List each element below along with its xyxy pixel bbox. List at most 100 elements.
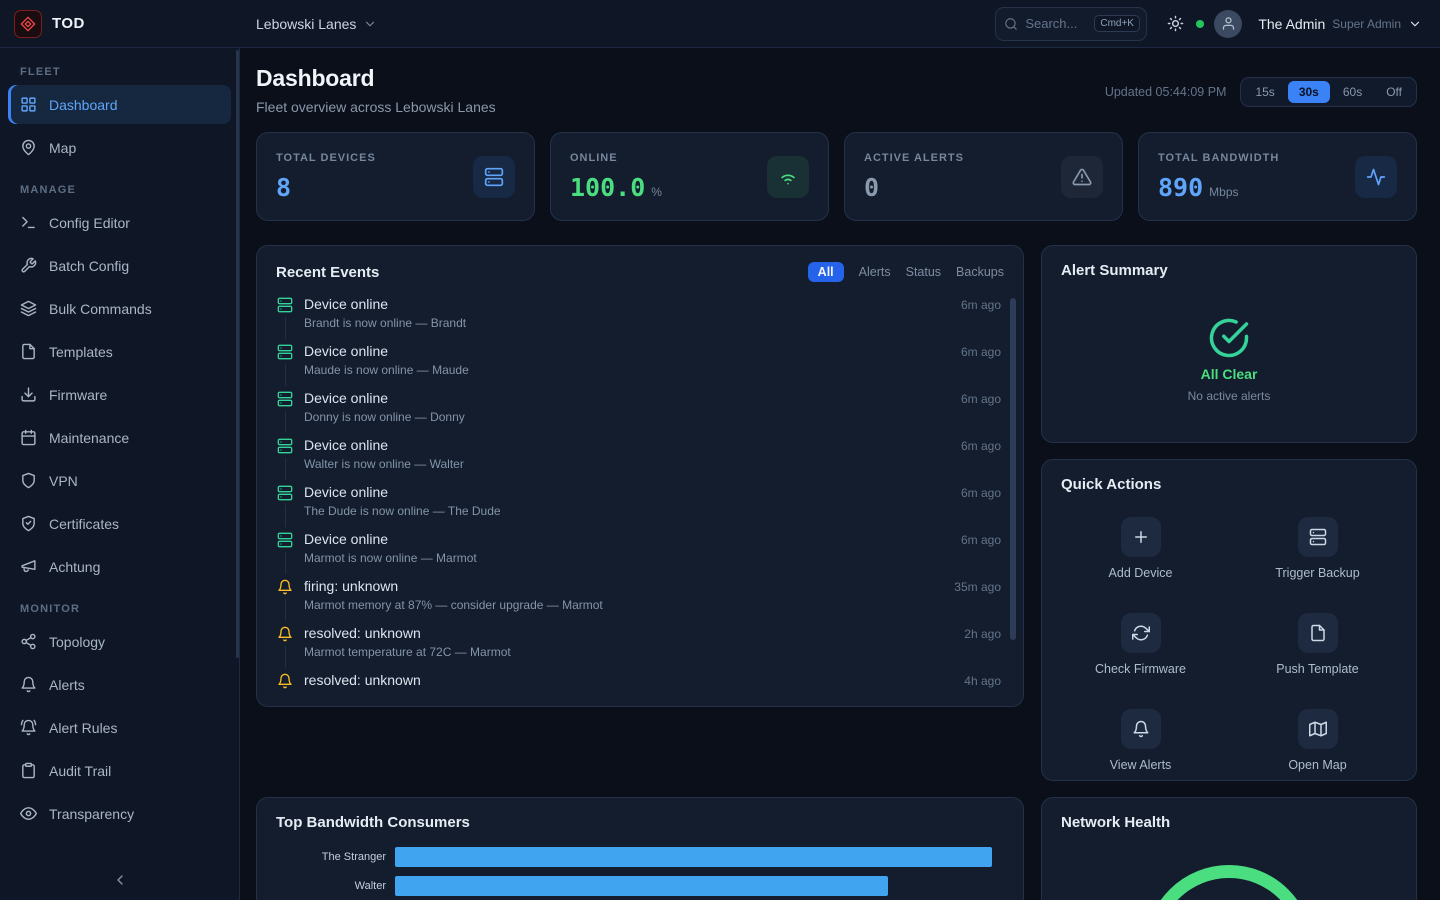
main-content: Dashboard Fleet overview across Lebowski… bbox=[240, 48, 1440, 900]
event-row: firing: unknown35m agoMarmot memory at 8… bbox=[276, 576, 1001, 623]
map-pin-icon bbox=[20, 139, 37, 156]
network-health-title: Network Health bbox=[1061, 814, 1170, 831]
search-icon bbox=[1004, 17, 1018, 31]
sidebar-item-alerts[interactable]: Alerts bbox=[8, 665, 231, 704]
server-icon bbox=[277, 388, 293, 407]
event-title: Device online bbox=[304, 343, 388, 359]
event-title: Device online bbox=[304, 296, 388, 312]
sidebar-item-bulk-commands[interactable]: Bulk Commands bbox=[8, 289, 231, 328]
stat-cards-row: TOTAL DEVICES 8 ONLINE 100.0 % bbox=[256, 132, 1417, 221]
stat-value: 0 bbox=[864, 173, 879, 202]
event-title: resolved: unknown bbox=[304, 672, 421, 688]
push-template-button[interactable]: Push Template bbox=[1229, 605, 1406, 684]
alert-status-text: All Clear bbox=[1201, 366, 1258, 382]
event-title: Device online bbox=[304, 390, 388, 406]
tab-backups[interactable]: Backups bbox=[956, 262, 1004, 282]
view-alerts-button[interactable]: View Alerts bbox=[1052, 701, 1229, 780]
add-device-button[interactable]: Add Device bbox=[1052, 509, 1229, 588]
user-role: Super Admin bbox=[1332, 17, 1401, 31]
event-detail: Walter is now online — Walter bbox=[304, 457, 1001, 471]
stat-card-total-devices: TOTAL DEVICES 8 bbox=[256, 132, 535, 221]
sidebar-item-audit-trail[interactable]: Audit Trail bbox=[8, 751, 231, 790]
sidebar-item-certificates[interactable]: Certificates bbox=[8, 504, 231, 543]
bell-ring-icon bbox=[20, 719, 37, 736]
search-box[interactable]: Cmd+K bbox=[995, 7, 1147, 41]
megaphone-icon bbox=[20, 558, 37, 575]
sidebar-item-label: Achtung bbox=[49, 559, 100, 575]
tab-alerts[interactable]: Alerts bbox=[859, 262, 891, 282]
stat-value: 890 bbox=[1158, 173, 1203, 202]
event-filter-tabs: All Alerts Status Backups bbox=[808, 262, 1004, 282]
sidebar-item-transparency[interactable]: Transparency bbox=[8, 794, 231, 833]
alert-triangle-icon bbox=[1061, 156, 1103, 198]
event-detail: Donny is now online — Donny bbox=[304, 410, 1001, 424]
clipboard-icon bbox=[20, 762, 37, 779]
sidebar-item-achtung[interactable]: Achtung bbox=[8, 547, 231, 586]
eye-icon bbox=[20, 805, 37, 822]
network-icon bbox=[20, 633, 37, 650]
event-detail: The Dude is now online — The Dude bbox=[304, 504, 1001, 518]
refresh-interval-off[interactable]: Off bbox=[1375, 81, 1413, 103]
sidebar-item-topology[interactable]: Topology bbox=[8, 622, 231, 661]
event-detail: Marmot is now online — Marmot bbox=[304, 551, 1001, 565]
stat-label: ACTIVE ALERTS bbox=[864, 152, 964, 164]
bandwidth-chart: The Stranger Walter bbox=[257, 841, 1023, 900]
sun-icon bbox=[1167, 15, 1184, 32]
tab-all[interactable]: All bbox=[808, 262, 844, 282]
activity-icon bbox=[1355, 156, 1397, 198]
user-menu[interactable]: The Admin Super Admin bbox=[1214, 10, 1422, 38]
server-icon bbox=[277, 482, 293, 501]
sidebar-item-alert-rules[interactable]: Alert Rules bbox=[8, 708, 231, 747]
sidebar-item-batch-config[interactable]: Batch Config bbox=[8, 246, 231, 285]
sidebar-item-label: Topology bbox=[49, 634, 105, 650]
refresh-interval-15s[interactable]: 15s bbox=[1244, 81, 1285, 103]
server-icon bbox=[277, 435, 293, 454]
refresh-interval-control: 15s 30s 60s Off bbox=[1240, 77, 1417, 107]
sidebar-item-map[interactable]: Map bbox=[8, 128, 231, 167]
sidebar-item-config-editor[interactable]: Config Editor bbox=[8, 203, 231, 242]
event-title: Device online bbox=[304, 437, 388, 453]
tab-status[interactable]: Status bbox=[906, 262, 941, 282]
bell-icon bbox=[277, 623, 293, 642]
sidebar-item-vpn[interactable]: VPN bbox=[8, 461, 231, 500]
file-icon bbox=[20, 343, 37, 360]
sidebar-item-templates[interactable]: Templates bbox=[8, 332, 231, 371]
search-input[interactable] bbox=[1025, 16, 1087, 31]
bell-icon bbox=[20, 676, 37, 693]
stat-value: 8 bbox=[276, 173, 291, 202]
sidebar-item-firmware[interactable]: Firmware bbox=[8, 375, 231, 414]
user-name: The Admin bbox=[1258, 16, 1325, 32]
sidebar-item-label: Audit Trail bbox=[49, 763, 111, 779]
event-time: 6m ago bbox=[961, 298, 1001, 312]
event-detail: Maude is now online — Maude bbox=[304, 363, 1001, 377]
layout-grid-icon bbox=[20, 96, 37, 113]
event-time: 2h ago bbox=[964, 627, 1001, 641]
bandwidth-row: The Stranger bbox=[276, 847, 1004, 867]
org-selector[interactable]: Lebowski Lanes bbox=[240, 16, 377, 32]
event-time: 6m ago bbox=[961, 486, 1001, 500]
event-time: 6m ago bbox=[961, 439, 1001, 453]
event-list-scrollbar-thumb[interactable] bbox=[1010, 298, 1016, 640]
theme-toggle-button[interactable] bbox=[1161, 9, 1190, 38]
event-title: firing: unknown bbox=[304, 578, 398, 594]
sidebar-item-dashboard[interactable]: Dashboard bbox=[8, 85, 231, 124]
event-time: 35m ago bbox=[954, 580, 1001, 594]
sidebar-scrollbar-thumb[interactable] bbox=[236, 50, 239, 658]
check-firmware-button[interactable]: Check Firmware bbox=[1052, 605, 1229, 684]
chevron-down-icon bbox=[363, 17, 377, 31]
sidebar-collapse-button[interactable] bbox=[8, 860, 231, 900]
event-row: Device online 6m ago Walter is now online … bbox=[276, 435, 1001, 482]
calendar-icon bbox=[20, 429, 37, 446]
event-title: Device online bbox=[304, 531, 388, 547]
online-status-dot bbox=[1196, 20, 1204, 28]
refresh-interval-30s[interactable]: 30s bbox=[1288, 81, 1330, 103]
refresh-interval-60s[interactable]: 60s bbox=[1332, 81, 1373, 103]
trigger-backup-button[interactable]: Trigger Backup bbox=[1229, 509, 1406, 588]
sidebar-section-monitor: MONITOR bbox=[20, 603, 219, 615]
open-map-button[interactable]: Open Map bbox=[1229, 701, 1406, 780]
event-title: resolved: unknown bbox=[304, 625, 421, 641]
avatar bbox=[1214, 10, 1242, 38]
bell-icon bbox=[1121, 709, 1161, 749]
sidebar-item-maintenance[interactable]: Maintenance bbox=[8, 418, 231, 457]
stat-label: ONLINE bbox=[570, 152, 662, 164]
